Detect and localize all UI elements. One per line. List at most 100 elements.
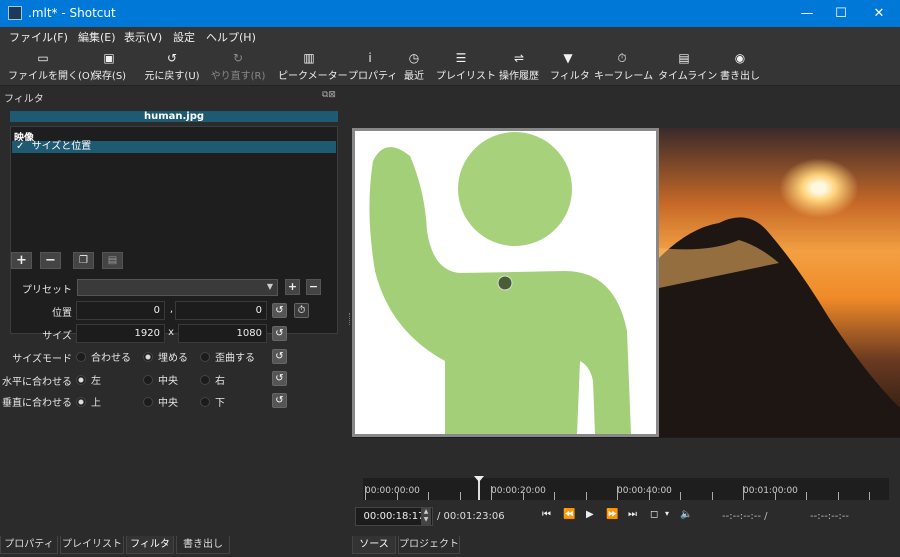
- filter-list[interactable]: 映像 ✓ サイズと位置: [10, 126, 338, 334]
- filter-check-icon[interactable]: ✓: [16, 141, 24, 152]
- playlist-button[interactable]: ☰ プレイリスト: [436, 50, 496, 82]
- skip-next-icon[interactable]: ⏭: [628, 509, 637, 520]
- overlay-human-image[interactable]: [352, 128, 659, 437]
- history-icon: ⇌: [513, 51, 525, 65]
- size-label: サイズ: [42, 331, 72, 342]
- size-height-field[interactable]: 1080: [178, 324, 267, 343]
- tab-source[interactable]: ソース: [352, 536, 396, 554]
- close-button[interactable]: ✕: [856, 0, 900, 27]
- in-point-display: --:--:--:-- /: [722, 511, 768, 522]
- size-separator: x: [168, 327, 174, 338]
- valign-top-radio[interactable]: 上: [76, 394, 101, 409]
- left-dock-tabs: プロパティ プレイリスト フィルタ 書き出し: [0, 536, 350, 557]
- recent-button[interactable]: ◷ 最近: [400, 50, 428, 82]
- paste-filter-button[interactable]: ▤: [102, 252, 123, 269]
- menu-view[interactable]: 表示(V): [124, 29, 162, 45]
- halign-center-radio[interactable]: 中央: [143, 372, 178, 387]
- size-mode-fill-radio[interactable]: 埋める: [143, 349, 188, 364]
- position-y-field[interactable]: 0: [175, 301, 267, 320]
- position-separator: ,: [169, 304, 173, 315]
- shotcut-app-icon: [8, 6, 22, 20]
- filter-name: サイズと位置: [31, 141, 92, 152]
- skip-previous-icon[interactable]: ⏮: [542, 509, 551, 520]
- timeline-label: 00:01:00:00: [743, 486, 798, 496]
- dock-title: フィルタ: [4, 94, 44, 105]
- info-icon: i: [368, 51, 372, 65]
- keyframe-stopwatch-icon[interactable]: ⏱: [294, 303, 309, 318]
- timeline-label: 00:00:40:00: [617, 486, 672, 496]
- window-title: .mlt* - Shotcut: [28, 6, 116, 20]
- reset-size-icon[interactable]: ↺: [272, 326, 287, 341]
- zoom-fit-icon[interactable]: ◻: [650, 509, 658, 520]
- undo-icon: ↺: [166, 51, 178, 65]
- folder-open-icon: ▭: [37, 51, 49, 65]
- menu-edit[interactable]: 編集(E): [78, 29, 116, 45]
- tab-export[interactable]: 書き出し: [176, 536, 230, 554]
- play-icon[interactable]: ▶: [586, 509, 594, 520]
- remove-filter-button[interactable]: −: [40, 252, 61, 269]
- save-icon: ▣: [103, 51, 115, 65]
- timeline-scrubber[interactable]: 00:00:00:00 00:00:20:00 00:00:40:00 00:0…: [363, 478, 889, 500]
- filters-button[interactable]: ▼ フィルタ: [550, 50, 590, 82]
- tab-properties[interactable]: プロパティ: [0, 536, 58, 554]
- add-filter-button[interactable]: +: [11, 252, 32, 269]
- history-button[interactable]: ⇌ 操作履歴: [496, 50, 542, 82]
- export-button[interactable]: ◉ 書き出し: [718, 50, 762, 82]
- halign-left-radio[interactable]: 左: [76, 372, 101, 387]
- copy-filter-button[interactable]: ❐: [73, 252, 94, 269]
- halign-right-radio[interactable]: 右: [200, 372, 225, 387]
- playhead-handle-icon[interactable]: [474, 476, 484, 482]
- viewer-tabs: ソース プロジェクト: [352, 536, 900, 557]
- properties-button[interactable]: i プロパティ: [348, 50, 397, 82]
- reset-valign-icon[interactable]: ↺: [272, 393, 287, 408]
- size-width-field[interactable]: 1920: [76, 324, 165, 343]
- timeline-label: 00:00:20:00: [491, 486, 546, 496]
- title-bar: .mlt* - Shotcut — ☐ ✕: [0, 0, 900, 27]
- menu-file[interactable]: ファイル(F): [9, 29, 68, 45]
- total-duration: / 00:01:23:06: [437, 511, 505, 522]
- delete-preset-button[interactable]: −: [306, 279, 321, 295]
- size-mode-distort-radio[interactable]: 歪曲する: [200, 349, 255, 364]
- save-preset-button[interactable]: +: [285, 279, 300, 295]
- valign-bottom-radio[interactable]: 下: [200, 394, 225, 409]
- chevron-down-icon: ▼: [266, 282, 273, 291]
- timeline-button[interactable]: ▤ タイムライン: [658, 50, 717, 82]
- timeline-label: 00:00:00:00: [365, 486, 420, 496]
- stopwatch-icon: ⏱: [617, 51, 627, 65]
- reset-position-icon[interactable]: ↺: [272, 303, 287, 318]
- main-toolbar: ▭ ファイルを開く(O) ▣ 保存(S) ↺ 元に戻す(U) ↻ やり直す(R) ▥ ピー…: [0, 46, 900, 86]
- video-viewer[interactable]: [352, 128, 900, 438]
- redo-button[interactable]: ↻ やり直す(R): [209, 50, 267, 82]
- timecode-spinner[interactable]: ▲ ▼: [421, 508, 431, 525]
- filter-list-item[interactable]: ✓ サイズと位置: [12, 141, 336, 153]
- keyframes-button[interactable]: ⏱ キーフレーム: [594, 50, 653, 82]
- dock-float-close-icons[interactable]: ⧉⊠: [322, 90, 336, 100]
- clip-name: human.jpg: [10, 111, 338, 122]
- timeline-icon: ▤: [678, 51, 690, 65]
- export-disc-icon: ◉: [734, 51, 746, 65]
- zoom-dropdown-icon[interactable]: ▾: [665, 509, 669, 518]
- peak-meter-button[interactable]: ▥ ピークメーター: [278, 50, 348, 82]
- size-mode-fit-radio[interactable]: 合わせる: [76, 349, 131, 364]
- volume-icon[interactable]: 🔈: [680, 509, 692, 520]
- tab-filters[interactable]: フィルタ: [126, 536, 174, 554]
- menu-settings[interactable]: 設定: [173, 29, 195, 45]
- open-file-button[interactable]: ▭ ファイルを開く(O): [8, 50, 94, 82]
- reset-halign-icon[interactable]: ↺: [272, 371, 287, 386]
- position-x-field[interactable]: 0: [76, 301, 165, 320]
- reset-size-mode-icon[interactable]: ↺: [272, 349, 287, 364]
- preset-combobox[interactable]: ▼: [77, 279, 278, 296]
- tab-playlist[interactable]: プレイリスト: [60, 536, 124, 554]
- clock-icon: ◷: [408, 51, 420, 65]
- tab-project[interactable]: プロジェクト: [398, 536, 460, 554]
- redo-icon: ↻: [232, 51, 244, 65]
- save-button[interactable]: ▣ 保存(S): [88, 50, 130, 82]
- filter-icon: ▼: [563, 51, 573, 65]
- fast-forward-icon[interactable]: ⏩: [606, 509, 618, 520]
- rewind-icon[interactable]: ⏪: [563, 509, 575, 520]
- halign-label: 水平に合わせる: [2, 377, 72, 388]
- undo-button[interactable]: ↺ 元に戻す(U): [143, 50, 201, 82]
- valign-label: 垂直に合わせる: [2, 398, 72, 409]
- valign-middle-radio[interactable]: 中央: [143, 394, 178, 409]
- menu-help[interactable]: ヘルプ(H): [206, 29, 256, 45]
